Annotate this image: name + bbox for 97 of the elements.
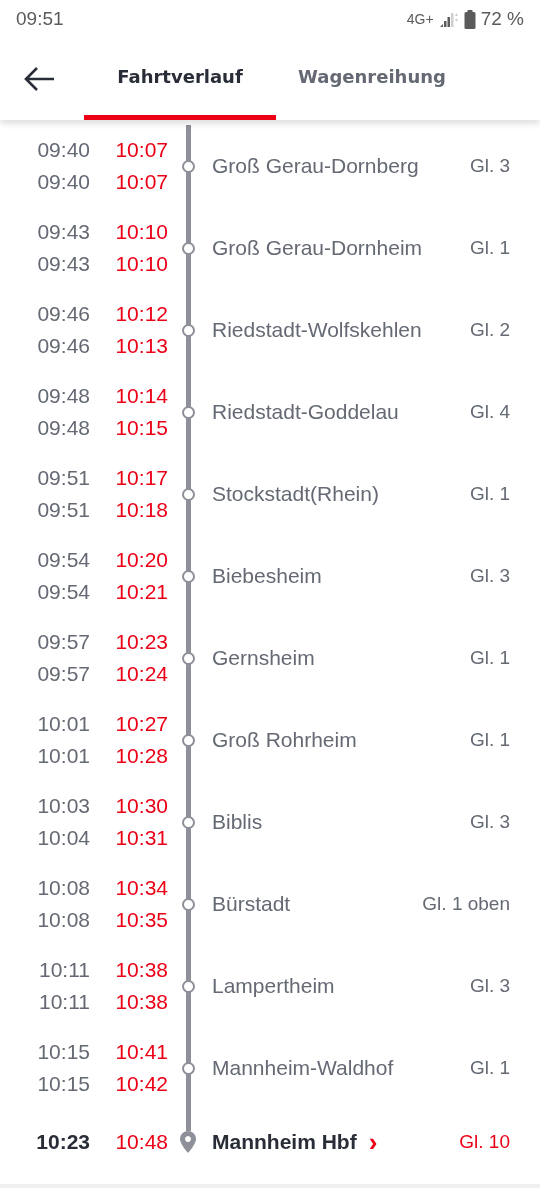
actual-time: 10:38 <box>115 990 168 1014</box>
scheduled-time: 10:01 <box>37 744 90 768</box>
scheduled-time: 09:54 <box>37 580 90 604</box>
actual-time: 10:42 <box>115 1072 168 1096</box>
actual-time: 10:24 <box>115 662 168 686</box>
actual-time: 10:07 <box>115 138 168 162</box>
scheduled-time: 09:40 <box>37 170 90 194</box>
stop-marker-icon <box>181 569 195 583</box>
scheduled-time: 09:40 <box>37 138 90 162</box>
scheduled-time: 10:04 <box>37 826 90 850</box>
scheduled-time: 10:11 <box>39 990 90 1014</box>
station-name: Groß Gerau-Dornberg <box>212 154 419 178</box>
scheduled-time: 09:57 <box>37 662 90 686</box>
stop-marker-icon <box>181 323 195 337</box>
station-name: Bürstadt <box>212 892 291 916</box>
battery-icon <box>463 9 476 29</box>
platform-label: Gl. 3 <box>469 565 510 587</box>
station-name: Biebesheim <box>212 564 322 588</box>
battery-percent: 72 % <box>480 8 524 30</box>
station-name: Stockstadt(Rhein) <box>212 482 379 506</box>
actual-time: 10:35 <box>115 908 168 932</box>
station-name: Riedstadt-Wolfskehlen <box>212 318 422 342</box>
scheduled-time: 09:54 <box>37 548 90 572</box>
actual-time: 10:27 <box>115 712 168 736</box>
actual-time: 10:07 <box>115 170 168 194</box>
platform-label: Gl. 1 <box>469 647 510 669</box>
actual-time: 10:38 <box>115 958 168 982</box>
location-pin-icon <box>180 1131 196 1153</box>
status-time: 09:51 <box>16 8 64 30</box>
platform-label: Gl. 1 oben <box>422 893 510 915</box>
actual-time: 10:28 <box>115 744 168 768</box>
scheduled-time: 09:48 <box>37 384 90 408</box>
station-name: Groß Gerau-Dornheim <box>212 236 423 260</box>
scheduled-time: 09:46 <box>37 302 90 326</box>
scheduled-time: 10:11 <box>39 958 90 982</box>
actual-time: 10:41 <box>115 1040 168 1064</box>
stop-marker-icon <box>181 651 195 665</box>
scheduled-time: 10:08 <box>37 876 90 900</box>
actual-time: 10:23 <box>115 630 168 654</box>
stop-marker-icon <box>181 897 195 911</box>
scheduled-time: 09:46 <box>37 334 90 358</box>
platform-label: Gl. 2 <box>469 319 510 341</box>
station-name: Biblis <box>212 810 263 834</box>
tab[interactable]: Wagenreihung <box>276 38 468 120</box>
actual-time: 10:34 <box>115 876 168 900</box>
actual-time: 10:10 <box>115 220 168 244</box>
scheduled-time: 09:57 <box>37 630 90 654</box>
actual-time: 10:13 <box>115 334 168 358</box>
station-name: Gernsheim <box>212 646 315 670</box>
scheduled-time: 10:08 <box>37 908 90 932</box>
actual-time: 10:21 <box>115 580 168 604</box>
actual-time: 10:30 <box>115 794 168 818</box>
actual-time: 10:15 <box>115 416 168 440</box>
actual-time: 10:31 <box>115 826 168 850</box>
stop-marker-icon <box>181 733 195 747</box>
scheduled-time: 09:48 <box>37 416 90 440</box>
actual-time: 10:10 <box>115 252 168 276</box>
stop-marker-icon <box>181 405 195 419</box>
platform-label: Gl. 10 <box>459 1131 510 1153</box>
platform-label: Gl. 1 <box>469 483 510 505</box>
actual-time: 10:17 <box>115 466 168 490</box>
station-name[interactable]: Mannheim Hbf <box>212 1130 357 1154</box>
stop-marker-icon <box>181 159 195 173</box>
stop-marker-icon <box>181 979 195 993</box>
actual-time: 10:18 <box>115 498 168 522</box>
scheduled-time: 09:43 <box>37 220 90 244</box>
actual-time: 10:12 <box>115 302 168 326</box>
stop-marker-icon <box>181 1061 195 1075</box>
platform-label: Gl. 1 <box>469 1057 510 1079</box>
scheduled-time: 09:51 <box>37 498 90 522</box>
scheduled-time: 10:03 <box>37 794 90 818</box>
station-name: Riedstadt-Goddelau <box>212 400 399 424</box>
stop-marker-icon <box>181 241 195 255</box>
back-arrow-icon[interactable] <box>24 66 56 92</box>
signal-icon <box>438 10 459 28</box>
actual-time: 10:14 <box>115 384 168 408</box>
stop-marker-icon <box>181 487 195 501</box>
stop-marker-icon <box>181 815 195 829</box>
platform-label: Gl. 1 <box>469 237 510 259</box>
scheduled-time: 09:51 <box>37 466 90 490</box>
platform-label: Gl. 3 <box>469 155 510 177</box>
platform-label: Gl. 3 <box>469 811 510 833</box>
station-name: Groß Rohrheim <box>212 728 357 752</box>
scheduled-time: 10:15 <box>37 1040 90 1064</box>
platform-label: Gl. 3 <box>469 975 510 997</box>
scheduled-time: 10:15 <box>37 1072 90 1096</box>
actual-time: 10:20 <box>115 548 168 572</box>
station-name: Lampertheim <box>212 974 335 998</box>
platform-label: Gl. 4 <box>469 401 510 423</box>
network-label: 4G+ <box>406 11 434 27</box>
actual-time: 10:48 <box>115 1130 168 1154</box>
scheduled-time: 10:01 <box>37 712 90 736</box>
scheduled-time: 10:23 <box>36 1130 90 1154</box>
chevron-icon[interactable]: › <box>368 1129 378 1155</box>
scheduled-time: 09:43 <box>37 252 90 276</box>
platform-label: Gl. 1 <box>469 729 510 751</box>
station-name: Mannheim-Waldhof <box>212 1056 394 1080</box>
